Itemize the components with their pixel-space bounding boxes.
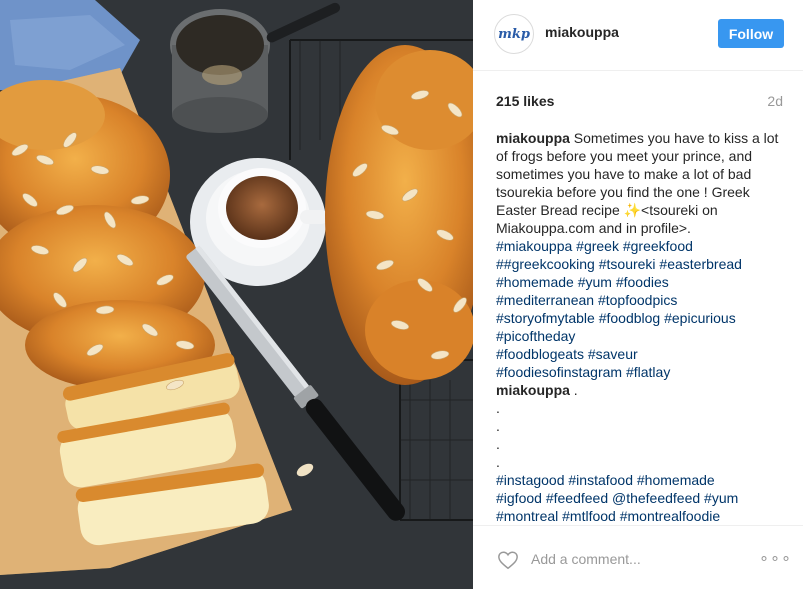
comment-dot-line: . [496,454,500,470]
comment-text: . [573,382,578,398]
hashtag-line[interactable]: #igfood #feedfeed @thefeedfeed #yum [496,489,786,507]
likes-count[interactable]: 215 likes [496,93,554,109]
follow-button[interactable]: Follow [718,19,784,48]
comment-dot-line: . [496,436,500,452]
comment-username-link[interactable]: miakouppa [496,382,570,398]
add-comment-input[interactable]: Add a comment... [531,551,641,567]
hashtag-line[interactable]: #foodblogeats #saveur [496,345,786,363]
comment-footer: Add a comment... ∘∘∘ [473,525,803,590]
comment-block: miakouppa . [496,381,786,399]
hashtag-line[interactable]: #mediterranean #topfoodpics [496,291,786,309]
comment-dot-line: . [496,400,500,416]
post-photo[interactable] [0,0,473,589]
caption-username-link[interactable]: miakouppa [496,130,570,146]
post-header: mkp miakouppa Follow [473,0,803,71]
post-sidebar: mkp miakouppa Follow 215 likes 2d miakou… [473,0,803,589]
hashtag-line[interactable]: #miakouppa #greek #greekfood [496,237,786,255]
hashtag-line[interactable]: #instagood #instafood #homemade [496,471,786,489]
hashtag-line[interactable]: #picoftheday [496,327,786,345]
hashtag-line[interactable]: #storyofmytable #foodblog #epicurious [496,309,786,327]
instagram-post: mkp miakouppa Follow 215 likes 2d miakou… [0,0,803,589]
heart-icon[interactable] [497,549,519,571]
more-options-icon[interactable]: ∘∘∘ [759,548,792,568]
comment-dot-line: . [496,418,500,434]
hashtag-line[interactable]: #foodiesofinstagram #flatlay [496,363,786,381]
hashtag-line[interactable]: #montreal #mtlfood #montrealfoodie [496,507,786,524]
caption-text-block: miakouppa Sometimes you have to kiss a l… [496,129,786,237]
header-username-link[interactable]: miakouppa [545,24,619,40]
avatar[interactable]: mkp [494,14,534,54]
comments-list[interactable]: miakouppa Sometimes you have to kiss a l… [496,129,786,524]
post-photo-illustration [0,0,473,589]
hashtag-line[interactable]: ##greekcooking #tsoureki #easterbread [496,255,786,273]
hashtag-line[interactable]: #homemade #yum #foodies [496,273,786,291]
post-age[interactable]: 2d [767,93,783,109]
